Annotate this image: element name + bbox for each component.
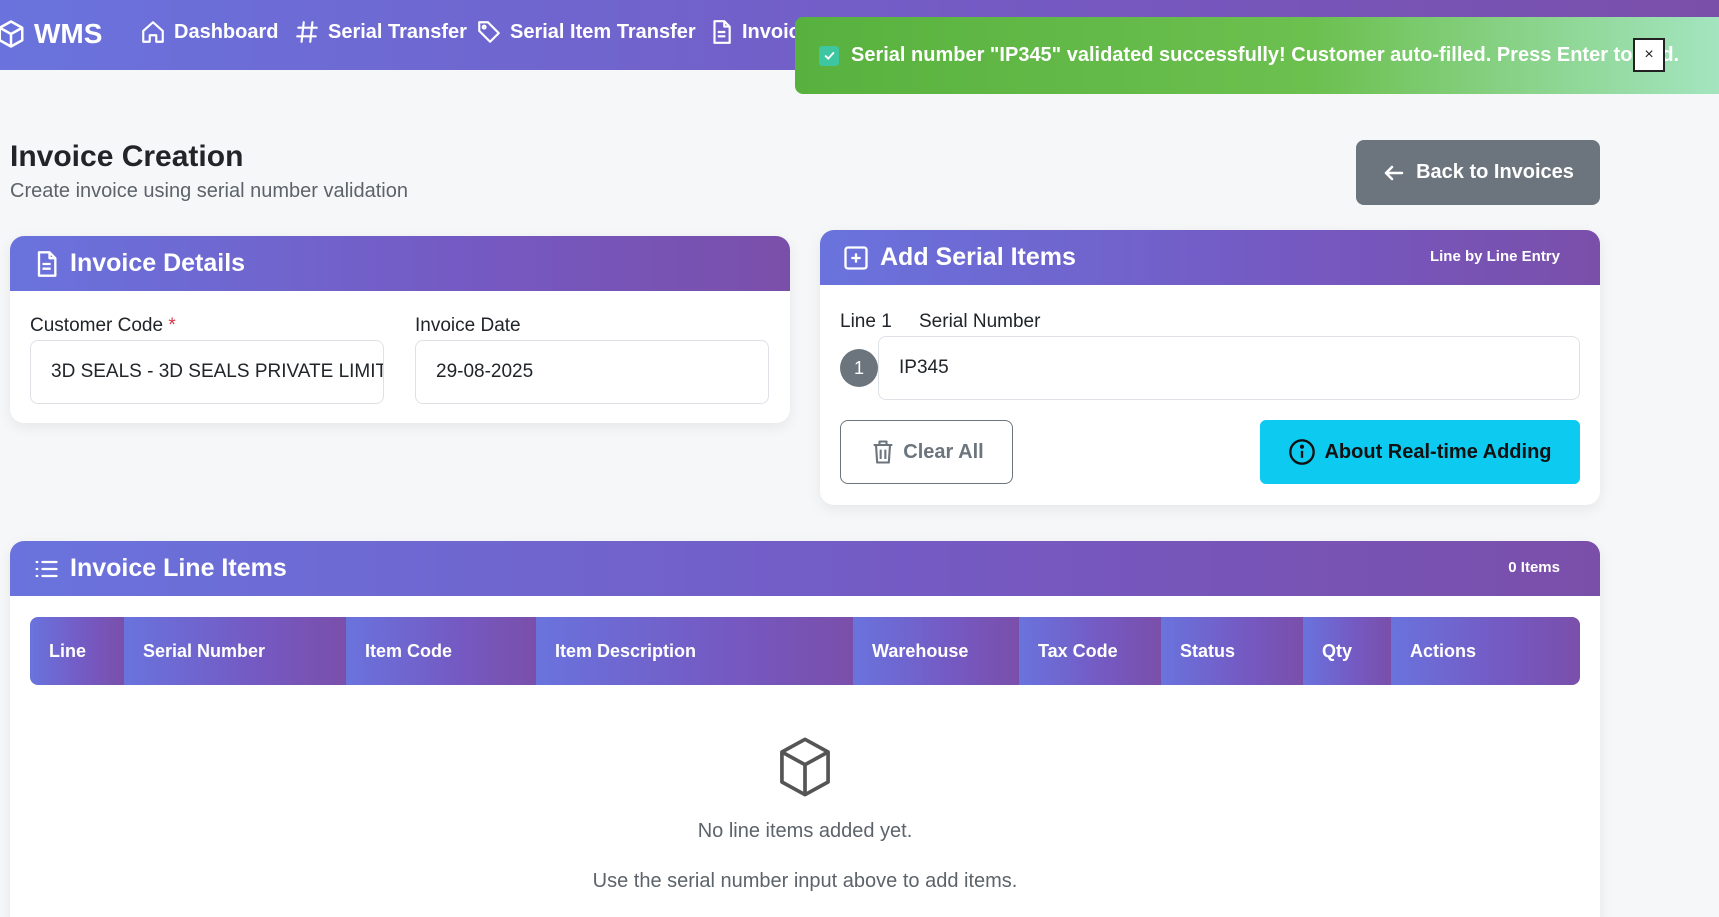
nav-invoices-label: Invoic xyxy=(742,20,800,43)
item-count-badge: 0 Items xyxy=(1508,559,1560,576)
serial-number-value: IP345 xyxy=(899,357,949,378)
column-header-item-description[interactable]: Item Description xyxy=(536,617,853,685)
nav-serial-item-transfer-label: Serial Item Transfer xyxy=(510,20,696,43)
list-icon xyxy=(35,560,58,577)
add-serial-items-header: Add Serial Items Line by Line Entry xyxy=(820,230,1600,285)
box-icon xyxy=(0,20,24,48)
toast-message: Serial number "IP345" validated successf… xyxy=(851,44,1680,66)
invoice-date-label: Invoice Date xyxy=(415,315,521,336)
serial-number-input[interactable]: IP345 xyxy=(878,336,1580,400)
column-header-actions[interactable]: Actions xyxy=(1391,617,1580,685)
hash-icon xyxy=(296,21,318,43)
back-to-invoices-button[interactable]: Back to Invoices xyxy=(1356,140,1600,205)
nav-dashboard[interactable]: Dashboard xyxy=(140,14,278,50)
invoice-details-header: Invoice Details xyxy=(10,236,790,291)
customer-code-label-text: Customer Code xyxy=(30,315,164,336)
nav-serial-transfer[interactable]: Serial Transfer xyxy=(294,14,467,50)
nav-serial-item-transfer[interactable]: Serial Item Transfer xyxy=(476,14,696,50)
line-entry-badge: Line by Line Entry xyxy=(1429,248,1560,265)
empty-state-hint: Use the serial number input above to add… xyxy=(592,870,1018,892)
required-mark: * xyxy=(168,315,176,336)
invoice-details-title: Invoice Details xyxy=(70,249,246,277)
clear-all-button[interactable]: Clear All xyxy=(840,420,1013,484)
column-header-item-code[interactable]: Item Code xyxy=(346,617,536,685)
trash-icon xyxy=(873,440,893,464)
customer-code-value: 3D SEALS - 3D SEALS PRIVATE LIMITED xyxy=(51,361,384,382)
add-serial-items-title: Add Serial Items xyxy=(880,243,1076,271)
box-icon xyxy=(780,737,830,797)
clear-all-label: Clear All xyxy=(903,440,984,463)
toast-close-button[interactable]: × xyxy=(1633,38,1665,72)
column-header-warehouse[interactable]: Warehouse xyxy=(853,617,1019,685)
invoice-line-items-header: Invoice Line Items 0 Items xyxy=(10,541,1600,596)
serial-number-label: Serial Number xyxy=(919,311,1041,332)
invoice-date-field[interactable]: 29-08-2025 xyxy=(415,340,769,404)
page-title: Invoice Creation xyxy=(10,140,244,173)
empty-state-title: No line items added yet. xyxy=(697,820,913,842)
document-icon xyxy=(37,250,57,277)
back-to-invoices-label: Back to Invoices xyxy=(1416,161,1574,183)
nav-serial-transfer-label: Serial Transfer xyxy=(328,20,467,43)
column-header-tax-code[interactable]: Tax Code xyxy=(1019,617,1161,685)
customer-code-label: Customer Code * xyxy=(30,315,176,337)
success-toast: Serial number "IP345" validated successf… xyxy=(795,17,1719,94)
invoice-line-items-title: Invoice Line Items xyxy=(70,554,287,582)
invoice-date-value: 29-08-2025 xyxy=(436,361,534,382)
invoice-line-items-card: Invoice Line Items 0 Items xyxy=(10,541,1600,917)
column-header-status[interactable]: Status xyxy=(1161,617,1303,685)
page-subtitle: Create invoice using serial number valid… xyxy=(10,180,408,202)
about-realtime-adding-button[interactable]: About Real-time Adding xyxy=(1260,420,1580,484)
check-icon xyxy=(819,45,839,66)
column-header-serial-number[interactable]: Serial Number xyxy=(124,617,346,685)
tag-icon xyxy=(478,21,500,43)
line-number-badge: 1 xyxy=(840,349,878,387)
document-icon xyxy=(713,20,731,44)
customer-code-field[interactable]: 3D SEALS - 3D SEALS PRIVATE LIMITED xyxy=(30,340,384,404)
brand[interactable]: WMS xyxy=(0,14,102,54)
about-realtime-adding-label: About Real-time Adding xyxy=(1324,440,1552,463)
nav-dashboard-label: Dashboard xyxy=(174,20,279,43)
brand-name: WMS xyxy=(34,18,103,49)
house-icon xyxy=(142,21,164,43)
column-header-qty[interactable]: Qty xyxy=(1303,617,1391,685)
info-icon xyxy=(1289,439,1316,465)
arrow-left-icon xyxy=(1384,165,1404,180)
line-items-table-header: Line Serial Number Item Code Item Descri… xyxy=(30,617,1580,685)
plus-square-icon xyxy=(844,245,868,270)
column-header-line[interactable]: Line xyxy=(30,617,124,685)
nav-invoices[interactable]: Invoic xyxy=(708,14,800,50)
line-label: Line 1 xyxy=(840,311,892,332)
